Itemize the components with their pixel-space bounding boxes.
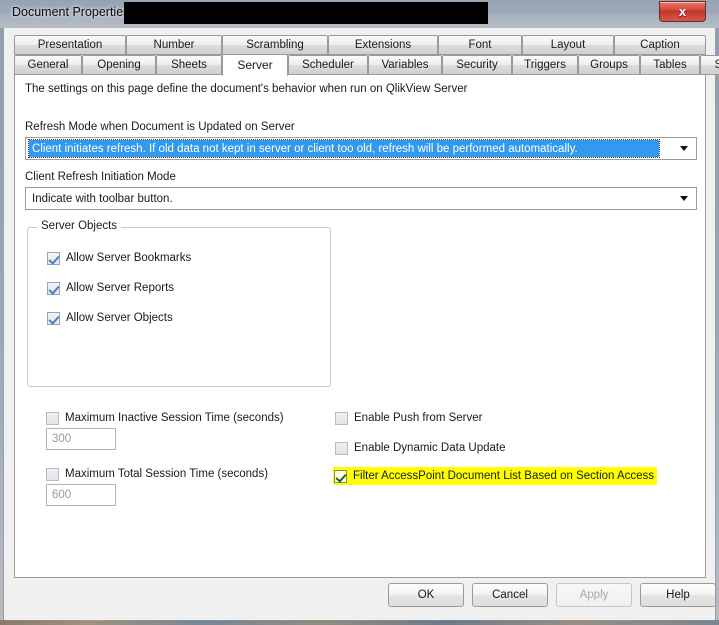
checkbox-allow-server-bookmarks[interactable]: Allow Server Bookmarks — [47, 250, 191, 266]
checkbox-icon — [47, 251, 60, 265]
cancel-button[interactable]: Cancel — [472, 583, 548, 607]
checkbox-maximum-inactive-session-time[interactable]: Maximum Inactive Session Time (seconds) — [46, 410, 284, 426]
refresh-mode-label: Refresh Mode when Document is Updated on… — [25, 121, 295, 133]
tab-label: Tables — [653, 59, 687, 71]
tab-groups[interactable]: Groups — [578, 55, 640, 75]
maximum-total-session-time-input[interactable]: 600 — [46, 484, 116, 506]
tab-tables[interactable]: Tables — [640, 55, 700, 75]
apply-button: Apply — [556, 583, 632, 607]
tab-general[interactable]: General — [14, 55, 82, 75]
tab-layout[interactable]: Layout — [522, 35, 614, 55]
client-refresh-initiation-value: Indicate with toolbar button. — [32, 192, 173, 205]
tab-scheduler[interactable]: Scheduler — [288, 55, 368, 75]
checkbox-label: Allow Server Reports — [66, 282, 175, 294]
ok-button[interactable]: OK — [388, 583, 464, 607]
document-properties-dialog: Document Properties x Presentation Numbe… — [0, 0, 719, 625]
tab-label: Server — [237, 58, 273, 72]
tab-label: Scheduler — [302, 59, 354, 71]
help-button[interactable]: Help — [640, 583, 716, 607]
refresh-mode-combo[interactable]: Client initiates refresh. If old data no… — [25, 137, 697, 160]
window-title: Document Properties — [12, 5, 130, 19]
tab-caption[interactable]: Caption — [614, 35, 706, 55]
tab-label: Layout — [550, 39, 586, 51]
chevron-down-icon[interactable] — [676, 188, 692, 209]
checkbox-icon — [47, 311, 60, 325]
server-tab-panel: The settings on this page define the doc… — [14, 74, 706, 578]
maximum-inactive-session-time-input[interactable]: 300 — [46, 428, 116, 450]
dialog-footer: OK Cancel Apply Help — [14, 581, 716, 615]
checkbox-label: Allow Server Objects — [66, 312, 173, 324]
server-objects-groupbox: Server Objects Allow Server Bookmarks Al… — [27, 220, 331, 387]
title-redaction-bar — [124, 2, 488, 24]
tab-label: Caption — [640, 39, 680, 51]
desktop-bottom-strip — [0, 620, 719, 625]
tab-server[interactable]: Server — [222, 54, 288, 76]
tab-label: Sheets — [171, 59, 207, 71]
checkbox-maximum-total-session-time[interactable]: Maximum Total Session Time (seconds) — [46, 466, 268, 482]
tab-opening[interactable]: Opening — [82, 55, 156, 75]
tab-label: Scrambling — [246, 39, 304, 51]
tab-number[interactable]: Number — [126, 35, 222, 55]
tab-variables[interactable]: Variables — [368, 55, 442, 75]
close-icon[interactable]: x — [659, 1, 706, 22]
tab-triggers[interactable]: Triggers — [512, 55, 578, 75]
tab-label: Number — [153, 39, 195, 51]
checkbox-icon — [335, 411, 348, 425]
checkbox-enable-push-from-server[interactable]: Enable Push from Server — [335, 410, 482, 426]
checkbox-icon — [335, 441, 348, 455]
client-refresh-initiation-combo[interactable]: Indicate with toolbar button. — [25, 187, 697, 210]
tab-row-2: General Opening Sheets Server Scheduler … — [14, 54, 719, 76]
checkbox-icon — [334, 469, 347, 483]
tab-strip: Presentation Number Scrambling Extension… — [14, 35, 719, 76]
tab-sheets[interactable]: Sheets — [156, 55, 222, 75]
tab-extensions[interactable]: Extensions — [328, 35, 438, 55]
checkbox-label: Enable Push from Server — [354, 412, 483, 424]
checkbox-allow-server-reports[interactable]: Allow Server Reports — [47, 280, 174, 296]
tab-label: Extensions — [354, 39, 412, 51]
tab-label: Triggers — [524, 59, 566, 71]
server-objects-title: Server Objects — [37, 220, 122, 232]
tab-label: Sort — [714, 59, 719, 71]
tab-row-1: Presentation Number Scrambling Extension… — [14, 35, 706, 55]
tab-label: Presentation — [37, 39, 103, 51]
checkbox-label: Enable Dynamic Data Update — [354, 442, 506, 454]
checkbox-icon — [46, 467, 59, 481]
checkbox-label: Allow Server Bookmarks — [66, 252, 192, 264]
checkbox-filter-accesspoint-document-list[interactable]: Filter AccessPoint Document List Based o… — [333, 467, 658, 485]
tab-label: Variables — [381, 59, 429, 71]
title-bar: Document Properties x — [0, 0, 719, 28]
tab-presentation[interactable]: Presentation — [14, 35, 126, 55]
client-refresh-initiation-label: Client Refresh Initiation Mode — [25, 171, 176, 183]
refresh-mode-value: Client initiates refresh. If old data no… — [28, 139, 660, 158]
tab-security[interactable]: Security — [442, 55, 512, 75]
tab-scrambling[interactable]: Scrambling — [222, 35, 328, 55]
checkbox-label: Filter AccessPoint Document List Based o… — [353, 470, 655, 482]
tab-label: General — [27, 59, 69, 71]
tab-label: Groups — [590, 59, 628, 71]
tab-label: Font — [468, 39, 492, 51]
checkbox-icon — [47, 281, 60, 295]
tab-label: Opening — [97, 59, 141, 71]
close-x-glyph: x — [678, 4, 687, 19]
checkbox-enable-dynamic-data-update[interactable]: Enable Dynamic Data Update — [335, 440, 506, 456]
tab-font[interactable]: Font — [438, 35, 522, 55]
tab-sort[interactable]: Sort — [700, 55, 719, 75]
checkbox-icon — [46, 411, 59, 425]
tab-label: Security — [456, 59, 498, 71]
chevron-down-icon[interactable] — [676, 138, 692, 159]
checkbox-label: Maximum Inactive Session Time (seconds) — [65, 412, 284, 424]
page-description: The settings on this page define the doc… — [25, 83, 468, 95]
checkbox-label: Maximum Total Session Time (seconds) — [65, 468, 269, 480]
checkbox-allow-server-objects[interactable]: Allow Server Objects — [47, 310, 173, 326]
